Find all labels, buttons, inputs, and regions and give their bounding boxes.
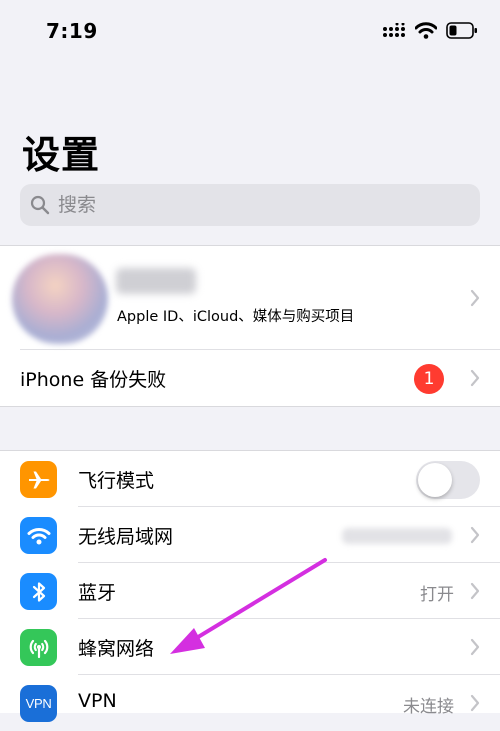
bluetooth-icon (32, 581, 45, 602)
backup-label: iPhone 备份失败 (20, 369, 167, 391)
profile-group: Apple ID、iCloud、媒体与购买项目 iPhone 备份失败 1 (0, 245, 500, 407)
cellular-signal-icon (383, 22, 405, 37)
apple-id-row[interactable]: Apple ID、iCloud、媒体与购买项目 (0, 246, 500, 350)
page-title: 设置 (22, 133, 101, 177)
vpn-label: VPN (78, 690, 117, 712)
bluetooth-status: 打开 (420, 585, 454, 605)
vpn-tile: VPN (20, 685, 57, 722)
wifi-icon (27, 527, 50, 544)
chevron-right-icon (470, 694, 480, 712)
avatar (12, 254, 108, 344)
connectivity-group: 飞行模式 无线局域网 蓝牙 打开 蜂窝网络 VPN VPN 未连接 (0, 450, 500, 722)
search-icon (30, 195, 50, 215)
vpn-row[interactable]: VPN VPN 未连接 (0, 675, 500, 731)
status-time: 7:19 (46, 19, 98, 43)
toggle-knob (418, 463, 452, 497)
chevron-right-icon (470, 369, 480, 387)
search-input[interactable] (56, 193, 460, 217)
airplane-tile (20, 461, 57, 498)
profile-subtitle: Apple ID、iCloud、媒体与购买项目 (117, 309, 355, 325)
chevron-right-icon (470, 638, 480, 656)
wifi-status-icon (415, 22, 437, 39)
chevron-right-icon (470, 582, 480, 600)
airplane-label: 飞行模式 (78, 470, 155, 492)
status-icons (382, 22, 478, 39)
backup-failed-row[interactable]: iPhone 备份失败 1 (0, 350, 500, 406)
wifi-row[interactable]: 无线局域网 (0, 507, 500, 563)
cellular-row[interactable]: 蜂窝网络 (0, 619, 500, 675)
cellular-label: 蜂窝网络 (78, 638, 155, 660)
airplane-mode-toggle[interactable] (416, 461, 480, 499)
wifi-label: 无线局域网 (78, 526, 174, 548)
battery-icon (446, 22, 477, 39)
cellular-antenna-icon (29, 639, 48, 658)
wifi-network-name (342, 528, 452, 544)
bluetooth-row[interactable]: 蓝牙 打开 (0, 563, 500, 619)
search-bar[interactable] (20, 184, 480, 226)
status-bar: 7:19 (0, 0, 500, 64)
cellular-tile (20, 629, 57, 666)
chevron-right-icon (470, 526, 480, 544)
airplane-icon (28, 471, 49, 488)
notification-badge: 1 (414, 364, 444, 394)
bluetooth-label: 蓝牙 (78, 582, 117, 604)
airplane-mode-row[interactable]: 飞行模式 (0, 451, 500, 507)
vpn-status: 未连接 (403, 697, 454, 717)
vpn-icon: VPN (25, 696, 52, 711)
wifi-tile (20, 517, 57, 554)
profile-name (116, 268, 196, 294)
bluetooth-tile (20, 573, 57, 610)
chevron-right-icon (470, 289, 480, 307)
